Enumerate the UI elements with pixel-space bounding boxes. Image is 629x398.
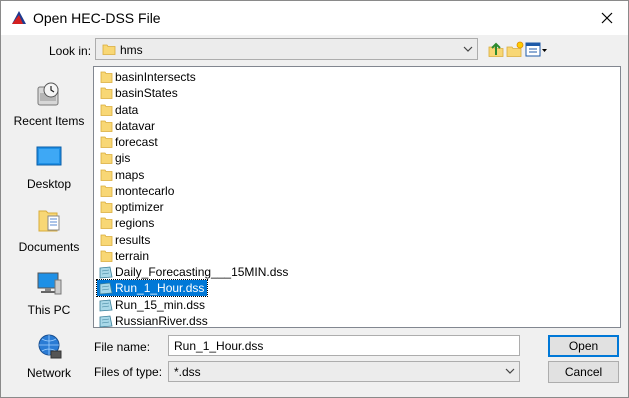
recent-items-icon — [37, 82, 59, 106]
place-label: This PC — [27, 303, 71, 317]
file-name: datavar — [115, 118, 156, 133]
folder-item[interactable]: basinStates — [97, 85, 181, 101]
folder-item[interactable]: terrain — [97, 248, 152, 264]
file-name-input[interactable] — [168, 335, 520, 356]
file-name: montecarlo — [115, 183, 175, 198]
folder-icon — [100, 169, 113, 181]
this-pc-icon — [37, 272, 62, 295]
folder-icon — [100, 71, 113, 83]
folder-icon — [100, 136, 113, 148]
folder-icon — [100, 250, 113, 262]
window-title: Open HEC-DSS File — [33, 10, 161, 26]
cancel-button[interactable]: Cancel — [548, 361, 619, 383]
dss-file-icon — [99, 315, 113, 328]
file-name: Run_15_min.dss — [115, 297, 206, 312]
file-name: Run_1_Hour.dss — [115, 281, 205, 296]
new-folder-icon[interactable] — [506, 41, 524, 59]
file-list[interactable]: basinIntersects basinStates data datavar for… — [93, 66, 621, 328]
file-item[interactable]: Daily_Forecasting___15MIN.dss — [97, 264, 291, 280]
folder-item[interactable]: optimizer — [97, 199, 167, 215]
close-icon — [601, 12, 613, 24]
folder-item[interactable]: data — [97, 102, 141, 118]
file-name: terrain — [115, 248, 150, 263]
file-name: forecast — [115, 135, 158, 149]
file-name: optimizer — [115, 200, 164, 214]
place-desktop[interactable]: Desktop — [7, 144, 91, 204]
documents-icon — [38, 210, 60, 232]
folder-icon — [100, 234, 113, 246]
file-name: basinStates — [115, 86, 178, 101]
file-item[interactable]: Run_1_Hour.dss — [95, 279, 209, 298]
file-item[interactable]: RussianRiver.dss — [97, 313, 211, 329]
place-documents[interactable]: Documents — [7, 207, 91, 267]
folder-item[interactable]: forecast — [97, 134, 161, 150]
place-network[interactable]: Network — [7, 333, 91, 393]
file-name: basinIntersects — [115, 70, 196, 84]
folder-item[interactable]: maps — [97, 167, 147, 183]
file-name: data — [115, 102, 139, 117]
place-label: Recent Items — [13, 114, 85, 128]
files-of-type-dropdown[interactable]: *.dss — [168, 361, 520, 382]
folder-item[interactable]: gis — [97, 150, 133, 166]
chevron-down-icon — [463, 46, 473, 52]
dss-file-icon — [99, 282, 113, 295]
open-file-dialog: Open HEC-DSS File Look in: hms Recent It… — [0, 0, 629, 398]
look-in-label: Look in: — [49, 44, 92, 58]
file-name: gis — [115, 151, 131, 166]
place-this-pc[interactable]: This PC — [7, 270, 91, 330]
file-name: regions — [115, 216, 155, 231]
folder-icon — [100, 217, 113, 230]
places-bar: Recent Items Desktop Documents This PC N… — [7, 67, 91, 392]
title-bar: Open HEC-DSS File — [1, 1, 628, 35]
folder-item[interactable]: results — [97, 232, 153, 248]
app-logo-icon — [12, 11, 26, 24]
files-of-type-label: Files of type: — [94, 365, 163, 379]
file-name: Daily_Forecasting___15MIN.dss — [115, 265, 289, 279]
place-label: Documents — [18, 240, 80, 254]
chevron-down-icon — [505, 368, 515, 374]
up-one-level-icon[interactable] — [487, 41, 505, 59]
file-name: maps — [115, 167, 145, 182]
place-recent-items[interactable]: Recent Items — [7, 81, 91, 141]
folder-icon — [100, 201, 113, 213]
view-menu-icon[interactable] — [525, 41, 547, 59]
file-item[interactable]: Run_15_min.dss — [97, 297, 208, 313]
files-of-type-value: *.dss — [174, 365, 201, 379]
open-button[interactable]: Open — [548, 335, 619, 357]
folder-icon — [100, 152, 113, 165]
place-label: Network — [26, 366, 71, 380]
folder-icon — [100, 120, 113, 132]
folder-item[interactable]: montecarlo — [97, 183, 177, 199]
folder-icon — [100, 185, 113, 197]
desktop-icon — [36, 146, 62, 166]
folder-item[interactable]: datavar — [97, 118, 158, 134]
folder-icon — [102, 44, 116, 55]
dss-file-icon — [99, 266, 113, 279]
look-in-dropdown[interactable]: hms — [95, 38, 478, 60]
folder-item[interactable]: regions — [97, 215, 157, 231]
file-name: results — [115, 232, 151, 247]
folder-item[interactable]: basinIntersects — [97, 69, 199, 85]
file-name-label: File name: — [94, 340, 151, 354]
dss-file-icon — [99, 299, 113, 311]
close-button[interactable] — [596, 7, 618, 29]
network-icon — [38, 334, 62, 359]
folder-icon — [100, 87, 113, 100]
place-label: Desktop — [26, 177, 72, 191]
folder-icon — [100, 104, 113, 116]
look-in-value: hms — [120, 43, 143, 57]
file-name: RussianRiver.dss — [115, 313, 208, 328]
